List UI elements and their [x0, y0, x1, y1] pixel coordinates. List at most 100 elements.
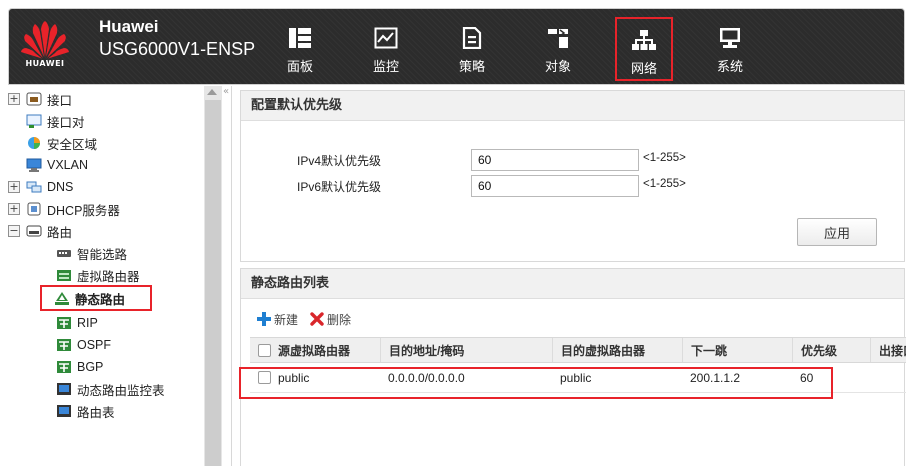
new-route-label: 新建 — [274, 312, 299, 327]
column-destination[interactable]: 目的地址/掩码 — [380, 338, 552, 362]
tree-item-ospf[interactable]: OSPF — [8, 334, 204, 356]
tree-item-label: 路由表 — [77, 404, 115, 420]
column-out-interface[interactable]: 出接口 — [870, 338, 906, 362]
tree-item-smart-routing[interactable]: 智能选路 — [8, 242, 204, 264]
ospf-icon — [57, 339, 71, 351]
apply-button[interactable]: 应用 — [797, 218, 877, 246]
new-route-button[interactable]: 新建 — [257, 311, 298, 328]
column-source-vrouter[interactable]: 源虚拟路由器 — [250, 338, 380, 362]
default-priority-panel: 配置默认优先级 IPv4默认优先级 <1-255> IPv6默认优先级 <1-2… — [240, 90, 905, 262]
expand-toggle[interactable]: + — [8, 93, 20, 105]
nav-dashboard[interactable]: 面板 — [271, 17, 329, 81]
column-label: 源虚拟路由器 — [278, 343, 351, 358]
panel-title: 配置默认优先级 — [241, 91, 904, 121]
scroll-up-arrow-icon[interactable] — [207, 89, 217, 95]
tree-item-label: VXLAN — [47, 158, 88, 172]
tree-item-rip[interactable]: RIP — [8, 312, 204, 334]
panel-title: 静态路由列表 — [241, 269, 904, 299]
nav-dashboard-label: 面板 — [286, 60, 313, 75]
nav-tree: + 接口 接口对 安全区域 VXLAN + DNS + DHCP服务器 − 路由… — [8, 86, 204, 466]
nav-policy-label: 策略 — [458, 60, 485, 75]
top-header: HUAWEI Huawei USG6000V1-ENSP 面板 监控 策略 对象… — [8, 8, 905, 85]
brand-area: HUAWEI Huawei USG6000V1-ENSP — [21, 15, 261, 79]
nav-object[interactable]: 对象 — [529, 17, 587, 81]
monitor-icon — [374, 27, 398, 49]
tree-item-label: 路由 — [47, 224, 73, 240]
tree-item-interface-pair[interactable]: 接口对 — [8, 110, 204, 132]
virtual-router-icon — [57, 270, 71, 281]
table-header: 源虚拟路由器 目的地址/掩码 目的虚拟路由器 下一跳 优先级 出接口 — [250, 337, 906, 363]
sidebar: + 接口 接口对 安全区域 VXLAN + DNS + DHCP服务器 − 路由… — [8, 86, 232, 466]
tree-item-static-route[interactable]: 静态路由 — [40, 285, 152, 311]
interface-icon — [26, 92, 42, 106]
huawei-logo-icon — [21, 21, 69, 59]
nav-policy[interactable]: 策略 — [443, 17, 501, 81]
tree-item-label: BGP — [77, 360, 104, 374]
collapse-toggle[interactable]: − — [8, 225, 20, 237]
nav-object-label: 对象 — [544, 60, 571, 75]
tree-item-label: 静态路由 — [75, 291, 126, 307]
logo-text: HUAWEI — [25, 59, 65, 68]
column-priority[interactable]: 优先级 — [792, 338, 870, 362]
tree-item-bgp[interactable]: BGP — [8, 356, 204, 378]
network-icon — [632, 30, 656, 50]
tree-item-label: OSPF — [77, 338, 112, 352]
dynamic-route-monitor-icon — [57, 383, 71, 395]
vxlan-icon — [26, 158, 42, 172]
tree-item-label: RIP — [77, 316, 98, 330]
tree-item-label: 动态路由监控表 — [77, 382, 165, 398]
tree-item-routing[interactable]: − 路由 — [8, 220, 204, 242]
delete-x-icon — [310, 312, 324, 326]
tree-item-dns[interactable]: + DNS — [8, 176, 204, 198]
dns-icon — [26, 181, 42, 193]
tree-item-vxlan[interactable]: VXLAN — [8, 154, 204, 176]
tree-item-label: 智能选路 — [77, 246, 128, 262]
plus-icon — [257, 312, 271, 326]
tree-item-label: DNS — [47, 180, 74, 194]
tree-item-label: 安全区域 — [47, 136, 98, 152]
tree-item-route-table[interactable]: 路由表 — [8, 400, 204, 422]
tree-item-dynamic-route-monitor[interactable]: 动态路由监控表 — [8, 378, 204, 400]
rip-icon — [57, 317, 71, 329]
tree-item-label: DHCP服务器 — [47, 203, 120, 218]
tree-item-interface[interactable]: + 接口 — [8, 88, 204, 110]
column-next-hop[interactable]: 下一跳 — [682, 338, 792, 362]
nav-system[interactable]: 系统 — [701, 17, 759, 81]
nav-monitor[interactable]: 监控 — [357, 17, 415, 81]
nav-network-label: 网络 — [630, 62, 657, 77]
route-toolbar: 新建 删除 — [257, 309, 363, 329]
tree-item-label: 虚拟路由器 — [77, 268, 140, 284]
ipv6-priority-row: IPv6默认优先级 <1-255> — [241, 175, 906, 197]
expand-toggle[interactable]: + — [8, 203, 20, 215]
column-dest-vrouter[interactable]: 目的虚拟路由器 — [552, 338, 682, 362]
route-table-icon — [57, 405, 71, 417]
nav-system-label: 系统 — [716, 60, 743, 75]
tree-item-dhcp-server[interactable]: + DHCP服务器 — [8, 198, 204, 220]
ipv6-priority-input[interactable] — [471, 175, 639, 197]
nav-network[interactable]: 网络 — [615, 17, 673, 81]
tree-item-security-zone[interactable]: 安全区域 — [8, 132, 204, 154]
dashboard-icon — [289, 28, 311, 48]
ipv4-priority-input[interactable] — [471, 149, 639, 171]
row-highlight-box — [239, 367, 833, 399]
delete-route-label: 删除 — [327, 312, 352, 327]
ipv6-priority-range: <1-255> — [643, 178, 686, 190]
routing-icon — [26, 225, 42, 237]
smart-routing-icon — [57, 250, 71, 257]
interface-pair-icon — [26, 114, 42, 128]
nav-monitor-label: 监控 — [372, 60, 399, 75]
tree-item-label: 接口 — [47, 92, 73, 108]
security-zone-icon — [28, 137, 40, 149]
main-content: 配置默认优先级 IPv4默认优先级 <1-255> IPv6默认优先级 <1-2… — [232, 86, 906, 466]
system-icon — [720, 28, 740, 48]
bgp-icon — [57, 361, 71, 373]
select-all-checkbox[interactable] — [258, 343, 271, 357]
delete-route-button[interactable]: 删除 — [310, 311, 351, 328]
dhcp-server-icon — [27, 202, 41, 216]
sidebar-scrollbar-thumb[interactable] — [205, 100, 221, 466]
device-model: USG6000V1-ENSP — [99, 39, 256, 59]
ipv6-priority-label: IPv6默认优先级 — [297, 180, 382, 194]
static-route-icon — [55, 292, 69, 305]
expand-toggle[interactable]: + — [8, 181, 20, 193]
tree-item-virtual-router[interactable]: 虚拟路由器 — [8, 264, 204, 286]
